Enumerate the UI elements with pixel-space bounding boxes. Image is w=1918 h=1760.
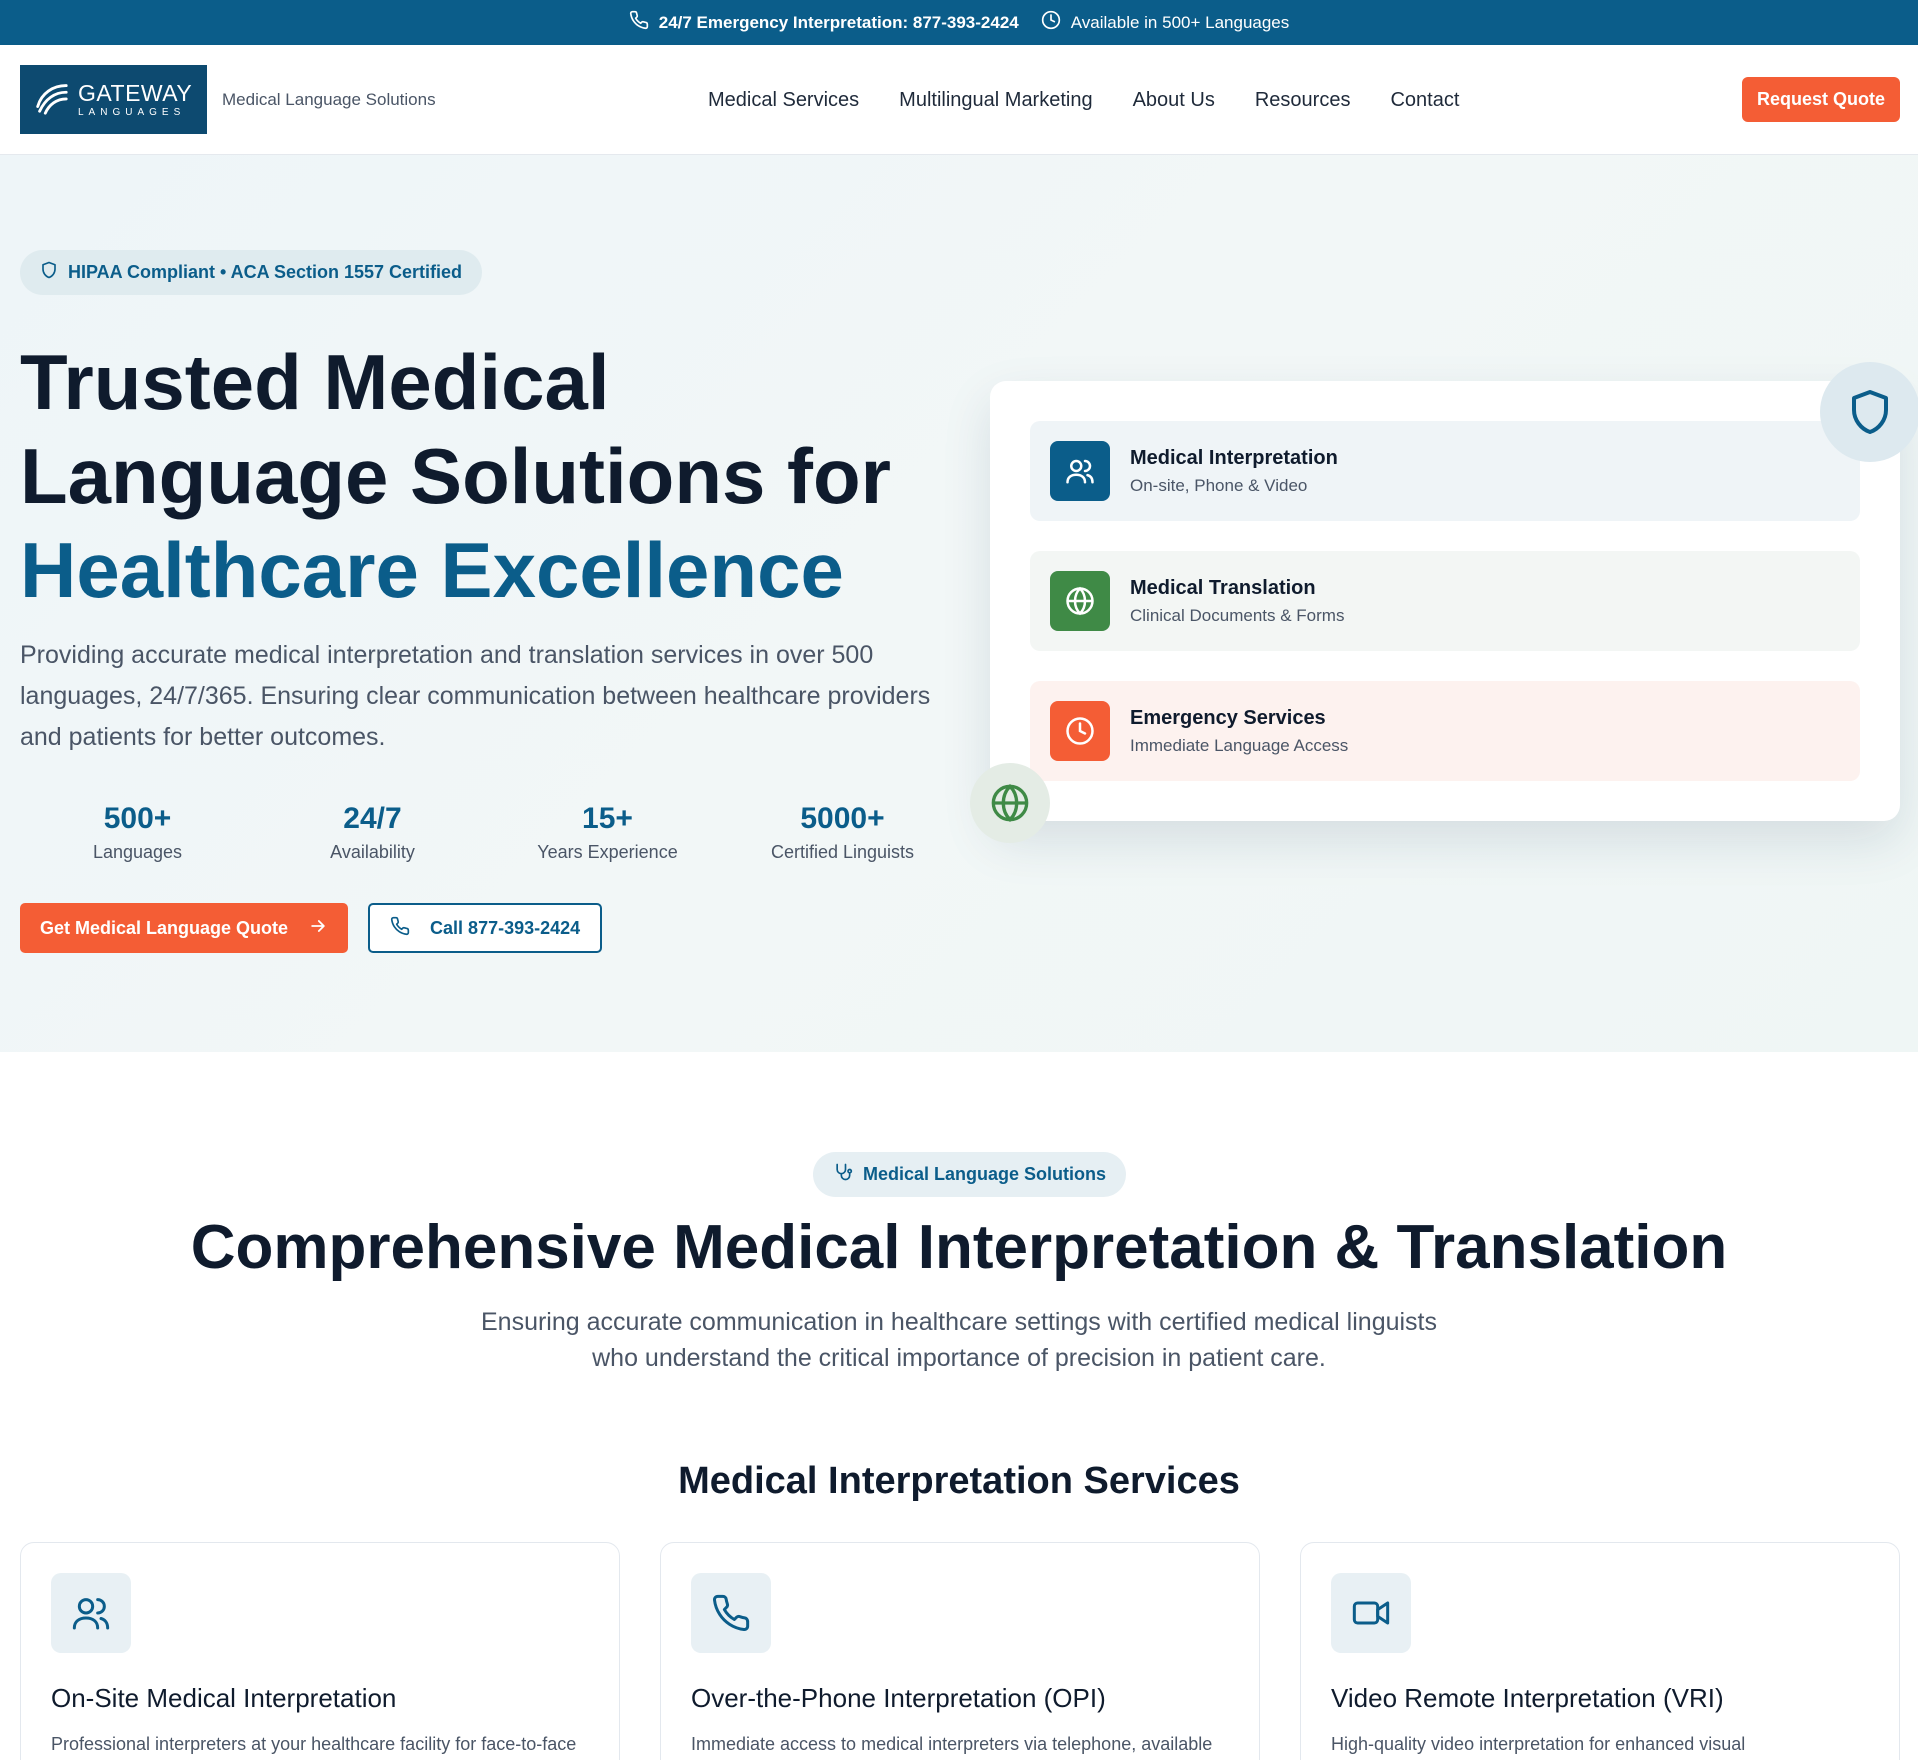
service-subtitle: Immediate Language Access	[1130, 735, 1349, 755]
service-subtitle: Clinical Documents & Forms	[1130, 605, 1345, 625]
nav-about-us[interactable]: About Us	[1133, 89, 1215, 112]
shield-icon	[40, 261, 58, 284]
stats-row: 500+ Languages 24/7 Availability 15+ Yea…	[20, 802, 960, 863]
phone-icon	[691, 1573, 771, 1653]
pill-text: Medical Language Solutions	[863, 1164, 1107, 1184]
users-icon	[1050, 441, 1110, 501]
section-subheading: Medical Interpretation Services	[678, 1460, 1240, 1502]
stat-value: 500+	[103, 802, 172, 835]
section-title: Comprehensive Medical Interpretation & T…	[190, 1213, 1728, 1282]
request-quote-button[interactable]: Request Quote	[1742, 77, 1900, 122]
logo-wave-icon	[32, 78, 70, 121]
top-announcement-bar: 24/7 Emergency Interpretation: 877-393-2…	[0, 0, 1918, 45]
availability-line: Available in 500+ Languages	[1041, 10, 1290, 35]
emergency-text: 24/7 Emergency Interpretation: 877-393-2…	[658, 12, 1019, 32]
stat-value: 24/7	[343, 802, 402, 835]
call-label: Call 877-393-2424	[430, 917, 581, 938]
globe-icon	[1050, 571, 1110, 631]
stat-availability: 24/7 Availability	[255, 802, 490, 863]
card-text: Immediate access to medical interpreters…	[691, 1734, 1213, 1754]
card-text: Professional interpreters at your health…	[51, 1734, 577, 1754]
compliance-badge: HIPAA Compliant • ACA Section 1557 Certi…	[20, 250, 483, 295]
card-title: On-Site Medical Interpretation	[51, 1683, 397, 1713]
services-section: Medical Language Solutions Comprehensive…	[0, 1052, 1918, 1760]
header-tagline: Medical Language Solutions	[222, 89, 436, 109]
site-header: GATEWAY LANGUAGES Medical Language Solut…	[0, 45, 1918, 155]
phone-icon	[629, 10, 649, 35]
section-subtitle: Ensuring accurate communication in healt…	[480, 1308, 1438, 1372]
services-preview-card: Medical Interpretation On-site, Phone & …	[990, 381, 1900, 821]
card-phone[interactable]: Over-the-Phone Interpretation (OPI) Imme…	[660, 1542, 1260, 1760]
clock-icon	[1041, 10, 1061, 35]
stat-experience: 15+ Years Experience	[490, 802, 725, 863]
card-text: High-quality video interpretation for en…	[1331, 1734, 1746, 1754]
users-icon	[51, 1573, 131, 1653]
service-title: Medical Translation	[1130, 576, 1316, 599]
card-video[interactable]: Video Remote Interpretation (VRI) High-q…	[1300, 1542, 1900, 1760]
service-medical-translation[interactable]: Medical Translation Clinical Documents &…	[1030, 551, 1860, 651]
service-title: Emergency Services	[1130, 706, 1326, 729]
availability-text: Available in 500+ Languages	[1070, 12, 1290, 32]
hero-title-line1: Trusted Medical	[20, 338, 610, 426]
stat-label: Languages	[92, 842, 183, 862]
stat-value: 15+	[582, 802, 633, 835]
emergency-line[interactable]: 24/7 Emergency Interpretation: 877-393-2…	[629, 10, 1019, 35]
stat-label: Years Experience	[537, 842, 678, 862]
section-pill: Medical Language Solutions	[813, 1152, 1127, 1197]
nav-contact[interactable]: Contact	[1390, 89, 1459, 112]
clock-icon	[1050, 701, 1110, 761]
service-medical-interpretation[interactable]: Medical Interpretation On-site, Phone & …	[1030, 421, 1860, 521]
nav-medical-services[interactable]: Medical Services	[708, 89, 859, 112]
service-subtitle: On-site, Phone & Video	[1130, 475, 1308, 495]
floating-shield-icon	[1820, 362, 1918, 462]
get-quote-label: Get Medical Language Quote	[40, 917, 289, 938]
logo-sub-text: LANGUAGES	[78, 106, 186, 118]
main-nav: Medical Services Multilingual Marketing …	[708, 45, 1459, 155]
service-emergency[interactable]: Emergency Services Immediate Language Ac…	[1030, 681, 1860, 781]
badge-text: HIPAA Compliant • ACA Section 1557 Certi…	[68, 262, 463, 282]
hero-title: Trusted Medical Language Solutions for H…	[20, 335, 920, 617]
stat-linguists: 5000+ Certified Linguists	[725, 802, 960, 863]
hero-lead: Providing accurate medical interpretatio…	[20, 641, 931, 751]
hero-section: HIPAA Compliant • ACA Section 1557 Certi…	[0, 155, 1918, 1052]
service-title: Medical Interpretation	[1130, 446, 1338, 469]
hero-title-accent: Healthcare Excellence	[20, 526, 844, 614]
nav-resources[interactable]: Resources	[1255, 89, 1351, 112]
hero-cta-group: Get Medical Language Quote Call 877-393-…	[20, 903, 603, 953]
floating-globe-icon	[970, 763, 1050, 843]
phone-icon	[390, 916, 410, 941]
stethoscope-icon	[833, 1162, 853, 1187]
logo-main-text: GATEWAY	[78, 79, 193, 106]
call-button[interactable]: Call 877-393-2424	[368, 903, 603, 953]
stat-label: Certified Linguists	[770, 842, 915, 862]
card-on-site[interactable]: On-Site Medical Interpretation Professio…	[20, 1542, 620, 1760]
video-camera-icon	[1331, 1573, 1411, 1653]
nav-multilingual-marketing[interactable]: Multilingual Marketing	[899, 89, 1092, 112]
stat-languages: 500+ Languages	[20, 802, 255, 863]
gateway-logo[interactable]: GATEWAY LANGUAGES	[20, 65, 207, 134]
card-title: Over-the-Phone Interpretation (OPI)	[691, 1683, 1106, 1713]
service-cards: On-Site Medical Interpretation Professio…	[20, 1542, 1900, 1760]
stat-value: 5000+	[800, 802, 885, 835]
stat-label: Availability	[330, 842, 415, 862]
arrow-right-icon	[308, 916, 328, 941]
hero-title-line2: Language Solutions for	[20, 432, 891, 520]
get-quote-button[interactable]: Get Medical Language Quote	[20, 903, 349, 953]
card-title: Video Remote Interpretation (VRI)	[1331, 1683, 1724, 1713]
